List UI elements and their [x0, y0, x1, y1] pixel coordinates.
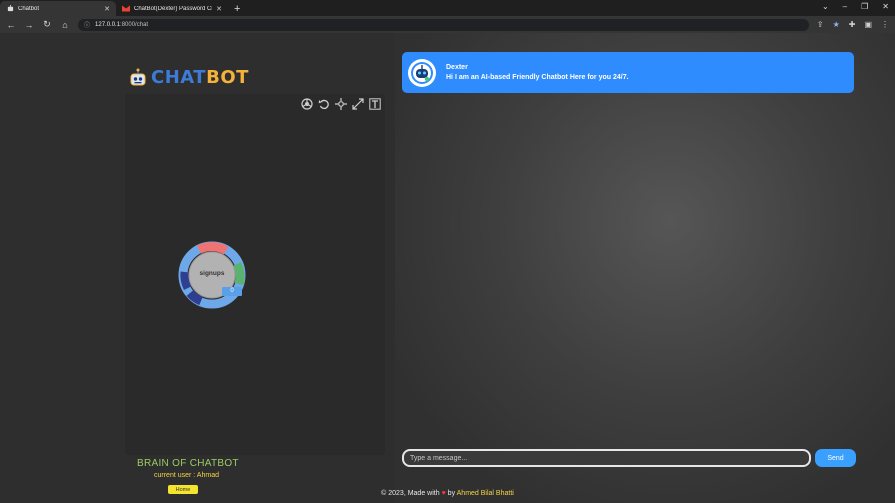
- tab-title: ChatBot(Dexter) Password Chang: [134, 5, 212, 12]
- tab-search-icon[interactable]: ⌄: [822, 2, 829, 11]
- browser-tab-strip: Chatbot ✕ ChatBot(Dexter) Password Chang…: [0, 0, 895, 16]
- tab-title: Chatbot: [18, 5, 40, 12]
- brain-graph-panel[interactable]: signups 0: [125, 94, 385, 455]
- url-path: :8000/chat: [120, 21, 149, 28]
- address-bar[interactable]: ⓘ 127.0.0.1:8000/chat: [78, 18, 809, 31]
- back-icon[interactable]: ←: [6, 20, 16, 30]
- footer-author-link[interactable]: Ahmed Bilal Bhatti: [457, 490, 514, 497]
- fullscreen-icon[interactable]: [351, 97, 364, 110]
- graph-center-label: signups: [199, 270, 225, 277]
- signups-node[interactable]: signups 0: [177, 240, 247, 315]
- close-tab-icon[interactable]: ✕: [216, 5, 222, 13]
- reload-icon[interactable]: ↻: [42, 19, 52, 30]
- close-tab-icon[interactable]: ✕: [104, 5, 110, 13]
- heart-icon: ♥: [441, 490, 446, 497]
- robot-avatar-icon: [411, 61, 433, 84]
- browser-toolbar: ← → ↻ ⌂ ⓘ 127.0.0.1:8000/chat ⇪ ★ ✚ ▣ ⋮: [0, 16, 895, 33]
- forward-icon[interactable]: →: [24, 20, 34, 30]
- minimize-icon[interactable]: –: [843, 2, 847, 11]
- chatbot-logo: CHATBOT: [128, 67, 249, 88]
- bot-avatar: [408, 58, 436, 87]
- layout-icon[interactable]: [300, 97, 313, 110]
- bot-message-card: Dexter Hi I am an AI-based Friendly Chat…: [402, 52, 854, 93]
- center-icon[interactable]: [334, 97, 347, 110]
- bot-name: Dexter: [446, 64, 468, 71]
- tab-chatbot[interactable]: Chatbot ✕: [0, 1, 116, 16]
- graph-toolbar: [300, 97, 381, 110]
- tab-password-change[interactable]: ChatBot(Dexter) Password Chang ✕: [116, 1, 228, 16]
- extensions-icon[interactable]: ✚: [849, 20, 856, 29]
- robot-logo-icon: [128, 68, 148, 88]
- logo-text-chat: CHAT: [151, 67, 207, 88]
- send-button[interactable]: Send: [815, 449, 856, 467]
- footer-prefix: © 2023, Made with: [381, 490, 440, 497]
- close-window-icon[interactable]: ✕: [882, 2, 889, 11]
- page-footer: © 2023, Made with ♥ by Ahmed Bilal Bhatt…: [0, 490, 895, 497]
- site-info-icon[interactable]: ⓘ: [84, 20, 90, 29]
- gmail-favicon-icon: [122, 5, 130, 13]
- window-controls: ⌄ – ❐ ✕: [822, 2, 889, 11]
- graph-badge: 0: [222, 287, 242, 296]
- footer-by: by: [447, 490, 456, 497]
- share-icon[interactable]: ⇪: [817, 20, 824, 29]
- menu-dots-icon[interactable]: ⋮: [881, 20, 889, 29]
- restore-icon[interactable]: ❐: [861, 2, 868, 11]
- undo-icon[interactable]: [317, 97, 330, 110]
- message-input[interactable]: [402, 449, 811, 467]
- chat-page: CHATBOT signups 0 BRAIN OF CHATBOT curre…: [0, 33, 895, 503]
- robot-favicon-icon: [6, 5, 14, 13]
- new-tab-button[interactable]: +: [228, 1, 246, 16]
- brain-title: BRAIN OF CHATBOT: [137, 458, 239, 469]
- text-toggle-icon[interactable]: [368, 97, 381, 110]
- url-host: 127.0.0.1: [95, 21, 121, 28]
- home-icon[interactable]: ⌂: [60, 20, 70, 30]
- side-panel-icon[interactable]: ▣: [864, 20, 872, 29]
- bot-message-text: Hi I am an AI-based Friendly Chatbot Her…: [446, 74, 629, 81]
- logo-text-bot: BOT: [206, 67, 249, 88]
- bookmark-star-icon[interactable]: ★: [833, 20, 840, 29]
- message-input-row: Send: [402, 449, 856, 467]
- chat-background: [395, 33, 895, 503]
- current-user-label: current user : Ahmad: [154, 472, 219, 479]
